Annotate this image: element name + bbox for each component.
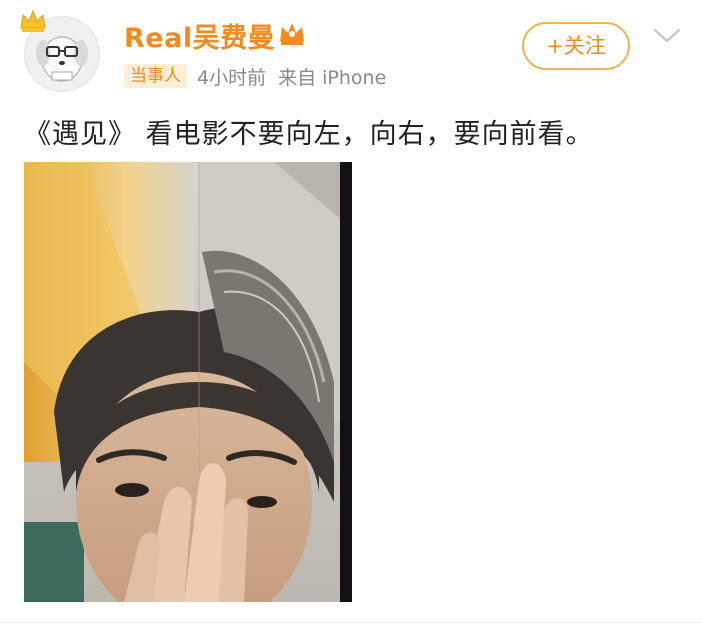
- post-text: 《遇见》 看电影不要向左，向右，要向前看。: [24, 119, 594, 150]
- avatar-container[interactable]: [18, 8, 104, 94]
- weibo-post: Real吴费曼 当事人 4小时前 来自 iPhone +关注 《遇见》 看电影不…: [0, 0, 702, 640]
- post-time: 4小时前: [197, 66, 267, 89]
- follow-button[interactable]: +关注: [522, 22, 630, 70]
- post-meta: 当事人 4小时前 来自 iPhone: [124, 62, 398, 90]
- vip-crown-badge-icon: [280, 23, 304, 45]
- post-source: 来自 iPhone: [278, 66, 387, 89]
- post-photo[interactable]: [24, 162, 352, 602]
- role-tag: 当事人: [124, 64, 187, 88]
- chevron-down-icon[interactable]: [652, 24, 682, 46]
- crown-icon: [20, 9, 46, 32]
- post-photo-image: [24, 162, 352, 602]
- username[interactable]: Real吴费曼: [124, 16, 275, 55]
- divider: [0, 622, 702, 623]
